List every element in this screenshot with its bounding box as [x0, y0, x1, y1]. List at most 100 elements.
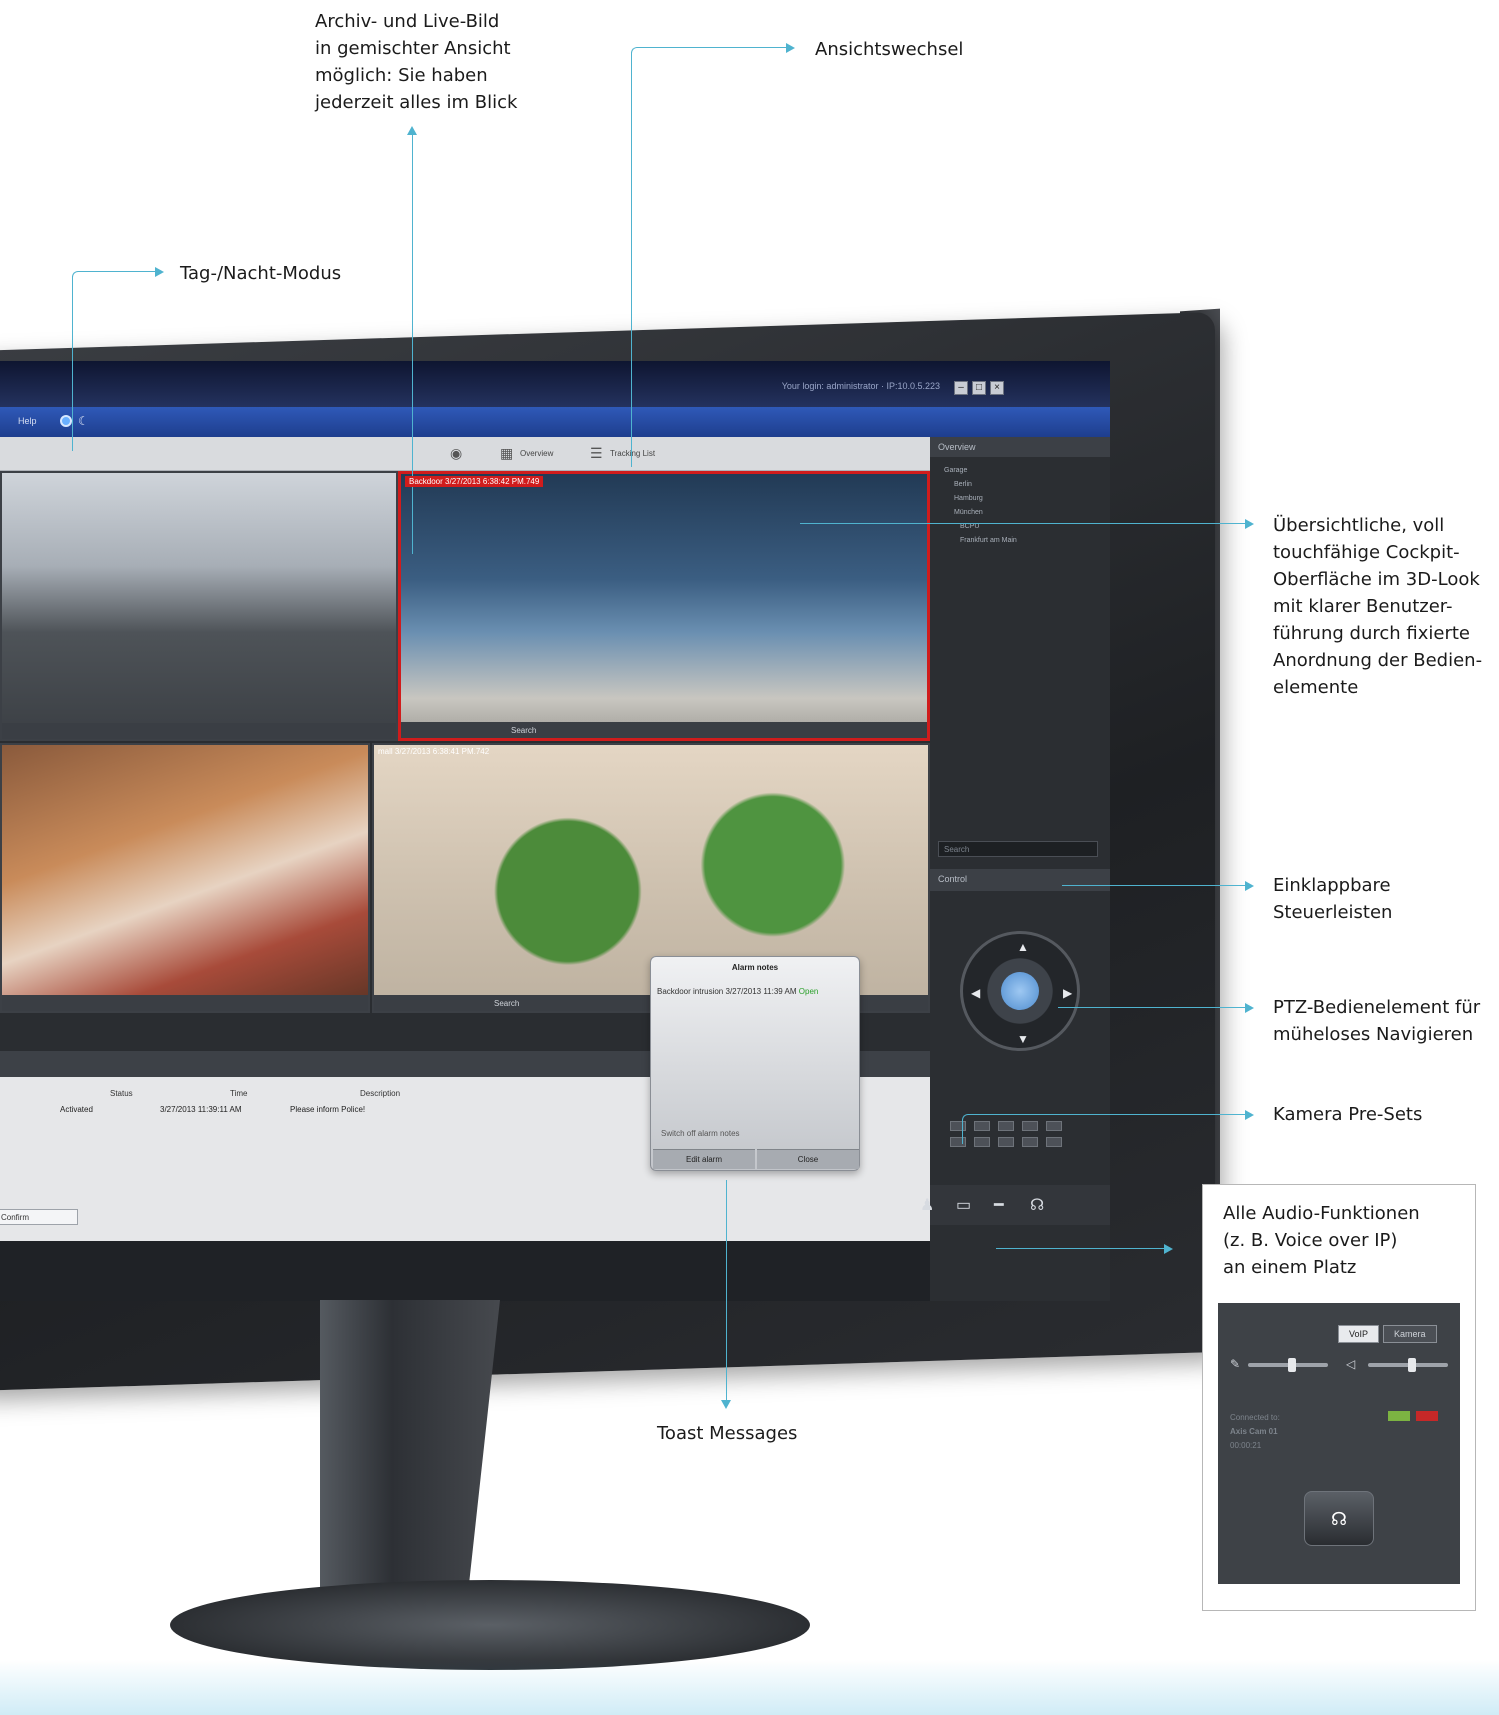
menu-bar: Help ☾	[0, 407, 1110, 437]
camera-toolbar	[2, 723, 396, 739]
camera-toolbar	[2, 995, 368, 1011]
device-name: Axis Cam 01	[1230, 1427, 1278, 1436]
camera-tile-garage[interactable]	[0, 471, 398, 741]
connected-label: Connected to:	[1230, 1413, 1280, 1422]
callout-archive-live: Archiv- und Live-Bild in gemischter Ansi…	[315, 8, 517, 116]
tree-item[interactable]: Hamburg	[954, 495, 983, 502]
slider-knob[interactable]	[1408, 1358, 1416, 1372]
callout-line: in gemischter Ansicht	[315, 38, 511, 59]
ptz-up-icon[interactable]: ▲	[1017, 940, 1029, 954]
toast-title: Alarm notes	[731, 963, 779, 972]
camera-toolbar: Search	[401, 722, 927, 738]
callout-collapsible: Einklappbare Steuerleisten	[1273, 872, 1392, 926]
voice-icon[interactable]: ☊	[1030, 1195, 1044, 1215]
camera-tile-restaurant[interactable]	[0, 743, 370, 1013]
callout-line: Einklappbare	[1273, 875, 1391, 896]
leader-arrow	[1245, 881, 1254, 891]
callout-line: touchfähige Cockpit-	[1273, 542, 1460, 563]
maximize-button[interactable]: □	[972, 381, 986, 395]
camera-search-button[interactable]: Search	[494, 999, 519, 1008]
accept-call-icon[interactable]	[1388, 1411, 1410, 1421]
toast-alarm-state: Open	[798, 987, 819, 996]
ptz-move-icon[interactable]	[1001, 972, 1039, 1010]
confirm-button[interactable]: Confirm	[0, 1209, 78, 1225]
camera-tile-backdoor[interactable]: Backdoor 3/27/2013 6:38:42 PM.749 Search	[398, 471, 930, 741]
toast-alarm-row[interactable]: Backdoor intrusion 3/27/2013 11:39 AM Op…	[657, 987, 818, 996]
callout-presets: Kamera Pre-Sets	[1273, 1104, 1423, 1125]
alarm-status[interactable]: Activated	[60, 1105, 93, 1114]
sun-icon[interactable]	[60, 415, 72, 427]
screen-icon[interactable]: ▭	[956, 1195, 971, 1215]
list-icon[interactable]: ☰	[590, 445, 603, 462]
close-button[interactable]: ×	[990, 381, 1004, 395]
alarm-description[interactable]: Please inform Police!	[290, 1105, 365, 1114]
column-description[interactable]: Description	[360, 1089, 400, 1098]
toast-alarm-name: Backdoor intrusion	[657, 987, 724, 996]
camera-search-button[interactable]: Search	[511, 726, 536, 735]
speaker-volume-slider[interactable]	[1368, 1358, 1448, 1372]
switch-off-alarm-notes[interactable]: Switch off alarm notes	[661, 1129, 740, 1138]
callout-cockpit: Übersichtliche, voll touchfähige Cockpit…	[1273, 512, 1482, 701]
alarm-time[interactable]: 3/27/2013 11:39:11 AM	[160, 1105, 242, 1114]
menu-help[interactable]: Help	[18, 416, 37, 426]
call-duration: 00:00:21	[1230, 1441, 1262, 1450]
callout-view-switch: Ansichtswechsel	[815, 39, 964, 60]
tab-voip[interactable]: VoIP	[1338, 1325, 1380, 1343]
ptz-right-icon[interactable]: ▶	[1063, 986, 1072, 1000]
callout-line: mit klarer Benutzer-	[1273, 596, 1453, 617]
monitor-base	[170, 1580, 810, 1670]
ptz-control[interactable]: ▲ ▼ ◀ ▶	[960, 931, 1080, 1051]
close-toast-button[interactable]: Close	[757, 1149, 859, 1169]
control-header[interactable]: Control	[930, 869, 1110, 891]
toast-message: Alarm notes Backdoor intrusion 3/27/2013…	[650, 956, 860, 1171]
voice-icon: ☊	[1331, 1509, 1347, 1529]
tree-item[interactable]: Garage	[944, 467, 967, 474]
ptz-down-icon[interactable]: ▼	[1017, 1032, 1029, 1046]
title-bar: Your login: administrator · IP:10.0.5.22…	[0, 361, 1110, 407]
camera-timestamp: mall 3/27/2013 6:38:41 PM.742	[378, 747, 490, 756]
speaker-icon: ◁	[1346, 1357, 1356, 1371]
leader-arrow	[1164, 1244, 1173, 1254]
column-status[interactable]: Status	[110, 1089, 133, 1098]
grid-icon[interactable]: ▦	[500, 445, 513, 462]
callout-day-night: Tag-/Nacht-Modus	[180, 263, 342, 284]
user-icon[interactable]: ♟	[920, 1195, 934, 1215]
slider-knob[interactable]	[1288, 1358, 1296, 1372]
callout-line: Anordnung der Bedien-	[1273, 650, 1483, 671]
callout-toast: Toast Messages	[657, 1423, 798, 1444]
slider-icon[interactable]: ━	[994, 1195, 1004, 1215]
leader-line	[996, 1248, 1164, 1249]
tree-item[interactable]: Frankfurt am Main	[960, 537, 1017, 544]
login-info: Your login: administrator · IP:10.0.5.22…	[781, 381, 940, 391]
toast-alarm-time: 3/27/2013 11:39 AM	[725, 987, 797, 996]
callout-audio: Alle Audio-Funktionen (z. B. Voice over …	[1223, 1200, 1420, 1281]
callout-line: an einem Platz	[1223, 1257, 1357, 1278]
leader-arrow	[721, 1400, 731, 1409]
callout-line: Alle Audio-Funktionen	[1223, 1203, 1420, 1224]
camera-timestamp: Backdoor 3/27/2013 6:38:42 PM.749	[405, 476, 544, 487]
eye-icon[interactable]: ◉	[450, 445, 462, 462]
minimize-button[interactable]: –	[954, 381, 968, 395]
tree-item[interactable]: Berlin	[954, 481, 972, 488]
hangup-icon[interactable]	[1416, 1411, 1438, 1421]
tree-item[interactable]: München	[954, 509, 983, 516]
tab-kamera[interactable]: Kamera	[1383, 1325, 1437, 1343]
leader-line	[72, 271, 160, 451]
audio-inset: Alle Audio-Funktionen (z. B. Voice over …	[1202, 1184, 1476, 1611]
voice-button[interactable]: ☊	[1304, 1491, 1374, 1546]
view-overview[interactable]: Overview	[520, 449, 553, 458]
overview-header[interactable]: Overview	[930, 437, 1110, 457]
leader-line	[631, 47, 791, 467]
edit-alarm-button[interactable]: Edit alarm	[653, 1149, 755, 1169]
tree-item[interactable]: BCPU	[960, 523, 979, 530]
column-time[interactable]: Time	[230, 1089, 247, 1098]
application-window: Your login: administrator · IP:10.0.5.22…	[0, 361, 1110, 1301]
mic-volume-slider[interactable]	[1248, 1358, 1328, 1372]
leader-line	[1058, 1007, 1245, 1008]
leader-arrow	[1245, 519, 1254, 529]
callout-ptz: PTZ-Bedienelement für müheloses Navigier…	[1273, 994, 1480, 1048]
leader-arrow	[1245, 1110, 1254, 1120]
search-input[interactable]: Search	[938, 841, 1098, 857]
ptz-left-icon[interactable]: ◀	[971, 986, 980, 1000]
leader-arrow	[786, 43, 795, 53]
